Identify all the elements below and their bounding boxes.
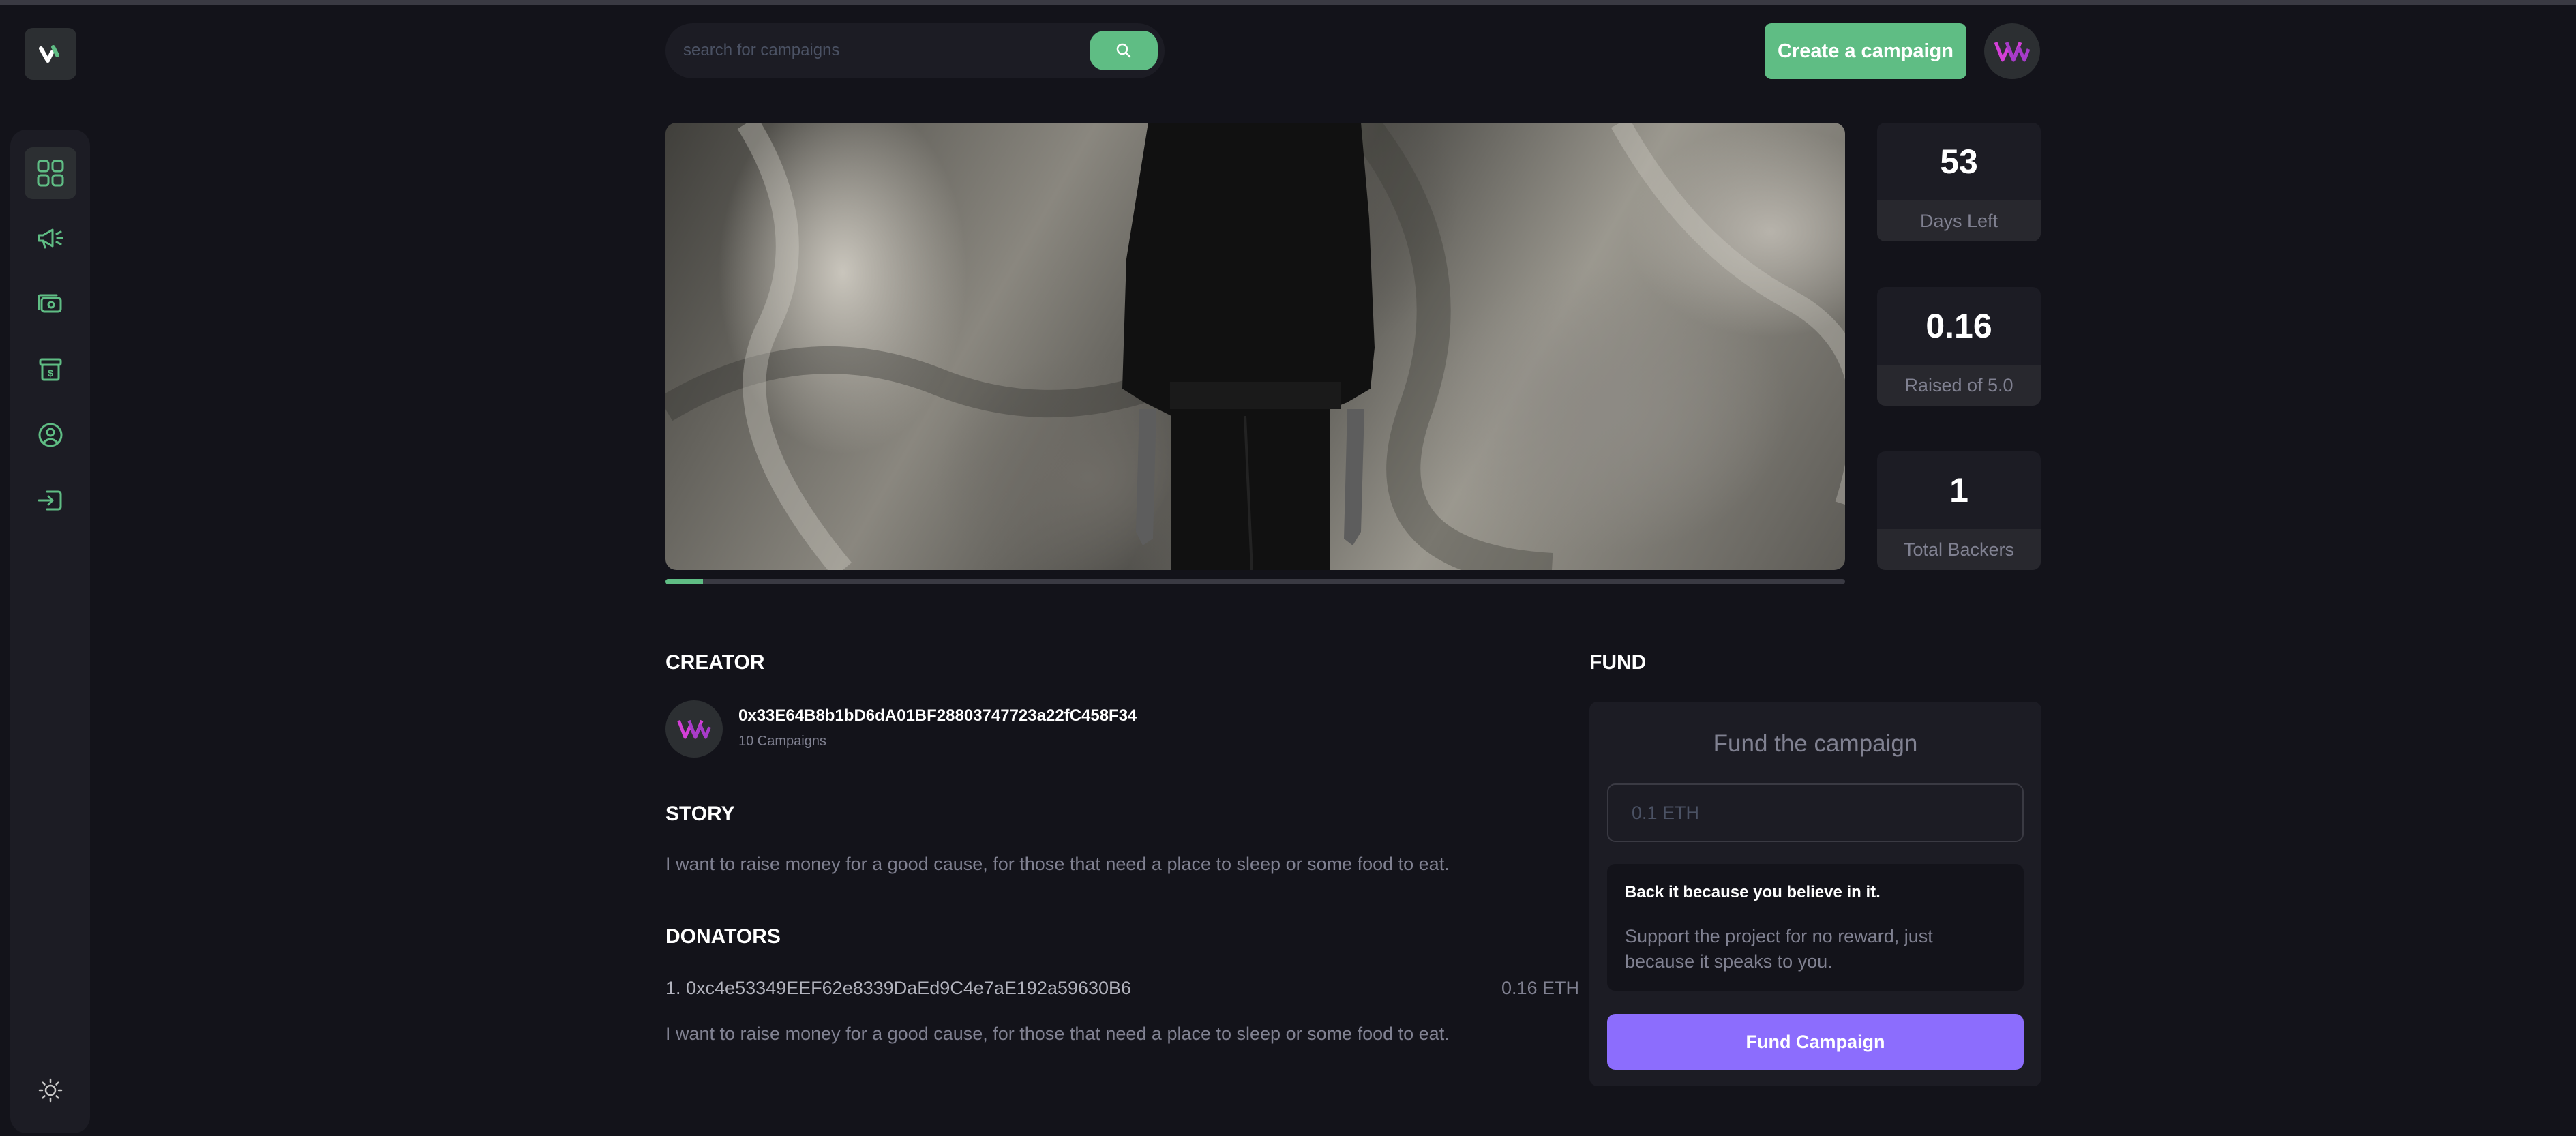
user-logo-icon <box>1994 42 2030 62</box>
stat-label: Days Left <box>1877 200 2041 241</box>
sun-icon <box>38 1078 63 1103</box>
sidebar-item-dashboard[interactable] <box>25 147 76 199</box>
fund-amount-input[interactable] <box>1607 783 2024 842</box>
fund-panel: Fund the campaign Back it because you be… <box>1589 702 2041 1086</box>
app-logo[interactable] <box>25 28 76 80</box>
campaign-image <box>665 123 1845 570</box>
believe-description: Support the project for no reward, just … <box>1625 926 1933 972</box>
fund-title: FUND <box>1589 651 1647 674</box>
donator-amount: 0.16 ETH <box>1501 978 1580 998</box>
stat-label: Raised of 5.0 <box>1877 365 2041 406</box>
search-bar <box>665 23 1165 78</box>
stat-label: Total Backers <box>1877 529 2041 570</box>
search-button[interactable] <box>1090 31 1158 70</box>
stat-value: 0.16 <box>1926 307 1992 345</box>
sidebar-item-withdraw[interactable]: $ <box>25 344 76 395</box>
creator-address: 0x33E64B8b1bD6dA01BF28803747723a22fC458F… <box>738 706 1137 725</box>
creator-logo-icon <box>677 719 711 739</box>
profile-icon <box>38 423 63 447</box>
creator-title: CREATOR <box>665 651 765 674</box>
donators-note: I want to raise money for a good cause, … <box>665 1023 1450 1044</box>
theme-toggle[interactable] <box>31 1071 70 1109</box>
stat-total-backers: 1 Total Backers <box>1877 451 2041 570</box>
search-icon <box>1116 43 1131 58</box>
funding-progress-fill <box>665 579 704 584</box>
believe-box: Back it because you believe in it. Suppo… <box>1607 864 2024 991</box>
sidebar-item-profile[interactable] <box>25 409 76 461</box>
megaphone-icon <box>38 228 63 249</box>
stat-raised: 0.16 Raised of 5.0 <box>1877 287 2041 406</box>
fund-campaign-button[interactable]: Fund Campaign <box>1607 1014 2024 1070</box>
creator-avatar <box>665 700 723 758</box>
withdraw-icon: $ <box>39 358 62 381</box>
sidebar: $ <box>10 130 90 1133</box>
sidebar-item-logout[interactable] <box>25 475 76 526</box>
stat-value: 1 <box>1949 471 1968 509</box>
believe-title: Back it because you believe in it. <box>1625 883 1881 901</box>
window-top-border <box>0 0 2576 5</box>
create-campaign-button[interactable]: Create a campaign <box>1765 23 1966 79</box>
donator-address: 1. 0xc4e53349EEF62e8339DaEd9C4e7aE192a59… <box>665 978 1132 998</box>
donators-title: DONATORS <box>665 925 781 948</box>
fund-heading: Fund the campaign <box>1713 730 1918 757</box>
sidebar-item-campaign[interactable] <box>25 213 76 265</box>
creator-campaign-count: 10 Campaigns <box>738 734 826 749</box>
search-input[interactable] <box>683 37 1065 64</box>
stat-days-left: 53 Days Left <box>1877 123 2041 241</box>
stat-value: 53 <box>1940 143 1978 181</box>
sidebar-item-payment[interactable] <box>25 278 76 330</box>
campaign-image-figure <box>665 123 1845 570</box>
logout-icon <box>38 490 62 511</box>
story-title: STORY <box>665 803 735 825</box>
svg-text:$: $ <box>48 368 53 378</box>
logo-icon <box>39 45 59 63</box>
funding-progress-bar <box>665 579 1845 584</box>
user-avatar[interactable] <box>1984 23 2040 79</box>
dashboard-icon <box>37 160 64 187</box>
payment-icon <box>38 294 62 313</box>
story-text: I want to raise money for a good cause, … <box>665 854 1450 874</box>
